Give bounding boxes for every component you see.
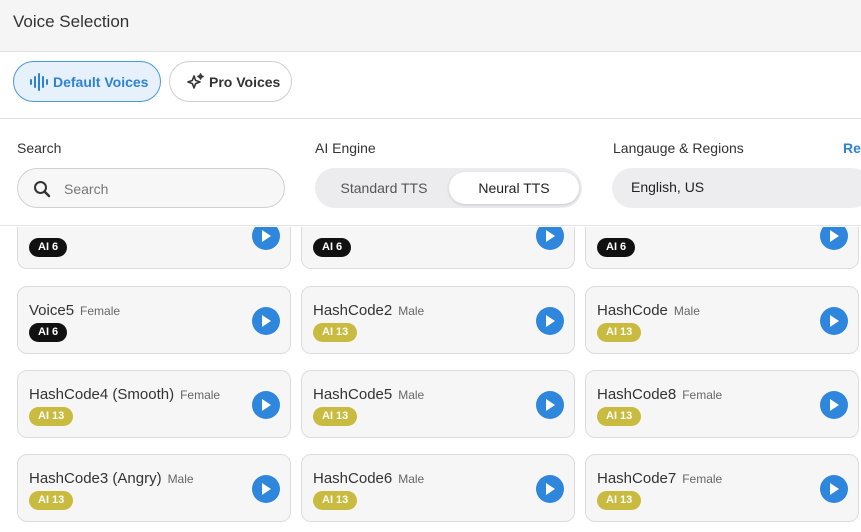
play-icon[interactable] (820, 475, 848, 503)
tab-pro-voices-label: Pro Voices (209, 73, 281, 90)
voice-tabs: Default Voices Pro Voices (0, 52, 861, 119)
voice-name-line (597, 227, 603, 234)
engine-badge: AI 13 (313, 491, 358, 510)
play-icon[interactable] (536, 227, 564, 250)
voice-list[interactable]: AI 6 AI 6 AI 6 Voice5 Female AI 6 HashCode2 Mal… (0, 227, 861, 532)
engine-option-neural-tts[interactable]: Neural TTS (449, 172, 579, 204)
voice-card[interactable]: HashCode5 Male AI 13 (301, 370, 575, 438)
voice-name: HashCode7 (597, 470, 677, 487)
voice-name-line: HashCode8 Female (597, 386, 722, 403)
sound-wave-icon (28, 71, 50, 93)
play-icon[interactable] (536, 475, 564, 503)
play-icon[interactable] (536, 391, 564, 419)
voice-card[interactable]: AI 6 (301, 227, 575, 269)
voice-name-line: Voice5 Female (29, 302, 120, 319)
engine-badge: AI 13 (597, 323, 642, 342)
play-icon[interactable] (252, 307, 280, 335)
tab-default-voices[interactable]: Default Voices (13, 61, 161, 102)
ai-engine-label: AI Engine (315, 140, 376, 156)
ai-engine-toggle: Standard TTS Neural TTS (315, 168, 582, 208)
search-label: Search (17, 140, 62, 156)
voice-card[interactable]: HashCode4 (Smooth) Female AI 13 (17, 370, 291, 438)
voice-gender: Female (180, 388, 221, 402)
header: Voice Selection (0, 0, 861, 52)
engine-badge: AI 13 (29, 491, 74, 510)
voice-gender: Male (398, 304, 425, 318)
voice-card[interactable]: Voice5 Female AI 6 (17, 286, 291, 354)
language-label: Langauge & Regions (613, 140, 744, 156)
voice-name-line: HashCode5 Male (313, 386, 424, 403)
voice-gender: Female (80, 304, 121, 318)
engine-badge: AI 6 (597, 238, 636, 257)
sparkle-icon (184, 71, 206, 93)
voice-name: HashCode3 (Angry) (29, 470, 162, 487)
voice-card[interactable]: AI 6 (585, 227, 859, 269)
engine-badge: AI 13 (29, 407, 74, 426)
page-title: Voice Selection (13, 12, 130, 31)
voice-card[interactable]: HashCode6 Male AI 13 (301, 454, 575, 522)
play-icon[interactable] (252, 227, 280, 250)
voice-gender: Male (673, 304, 700, 318)
voice-name: Voice5 (29, 302, 75, 319)
engine-badge: AI 6 (313, 238, 352, 257)
voice-name-line: HashCode7 Female (597, 470, 722, 487)
voice-gender: Female (682, 472, 723, 486)
tab-default-voices-label: Default Voices (53, 73, 149, 90)
voice-name: HashCode6 (313, 470, 393, 487)
voice-name: HashCode4 (Smooth) (29, 386, 175, 403)
engine-badge: AI 13 (313, 323, 358, 342)
voice-name-line (313, 227, 319, 234)
voice-name-line: HashCode4 (Smooth) Female (29, 386, 220, 403)
reset-link[interactable]: Re (843, 140, 861, 156)
play-icon[interactable] (820, 227, 848, 250)
engine-badge: AI 6 (29, 323, 68, 342)
search-box (17, 168, 285, 208)
engine-badge: AI 13 (597, 407, 642, 426)
voice-name: HashCode8 (597, 386, 677, 403)
voice-name: HashCode (597, 302, 668, 319)
voice-name-line: HashCode6 Male (313, 470, 424, 487)
voice-name: HashCode5 (313, 386, 393, 403)
play-icon[interactable] (252, 391, 280, 419)
play-icon[interactable] (536, 307, 564, 335)
play-icon[interactable] (252, 475, 280, 503)
voice-card[interactable]: HashCode3 (Angry) Male AI 13 (17, 454, 291, 522)
voice-gender: Male (167, 472, 194, 486)
filters-panel: Search AI Engine Langauge & Regions Re S… (0, 120, 861, 226)
voice-card[interactable]: AI 6 (17, 227, 291, 269)
search-input[interactable] (64, 178, 264, 200)
search-icon (33, 180, 51, 198)
voice-gender: Female (682, 388, 723, 402)
voice-card[interactable]: HashCode Male AI 13 (585, 286, 859, 354)
voice-gender: Male (398, 388, 425, 402)
play-icon[interactable] (820, 391, 848, 419)
engine-badge: AI 6 (29, 238, 68, 257)
language-select[interactable]: English, US (612, 168, 861, 208)
voice-selection-page: Voice Selection Default Voices Pro Voice… (0, 0, 861, 532)
play-icon[interactable] (820, 307, 848, 335)
voice-card[interactable]: HashCode7 Female AI 13 (585, 454, 859, 522)
voice-gender: Male (398, 472, 425, 486)
voice-name-line: HashCode Male (597, 302, 700, 319)
engine-option-standard-tts[interactable]: Standard TTS (319, 172, 449, 204)
voice-name-line: HashCode2 Male (313, 302, 424, 319)
engine-badge: AI 13 (313, 407, 358, 426)
tab-pro-voices[interactable]: Pro Voices (169, 61, 292, 102)
voice-name-line: HashCode3 (Angry) Male (29, 470, 194, 487)
voice-card[interactable]: HashCode2 Male AI 13 (301, 286, 575, 354)
voice-name: HashCode2 (313, 302, 393, 319)
engine-badge: AI 13 (597, 491, 642, 510)
voice-card[interactable]: HashCode8 Female AI 13 (585, 370, 859, 438)
voice-name-line (29, 227, 35, 234)
language-select-value: English, US (631, 179, 705, 195)
